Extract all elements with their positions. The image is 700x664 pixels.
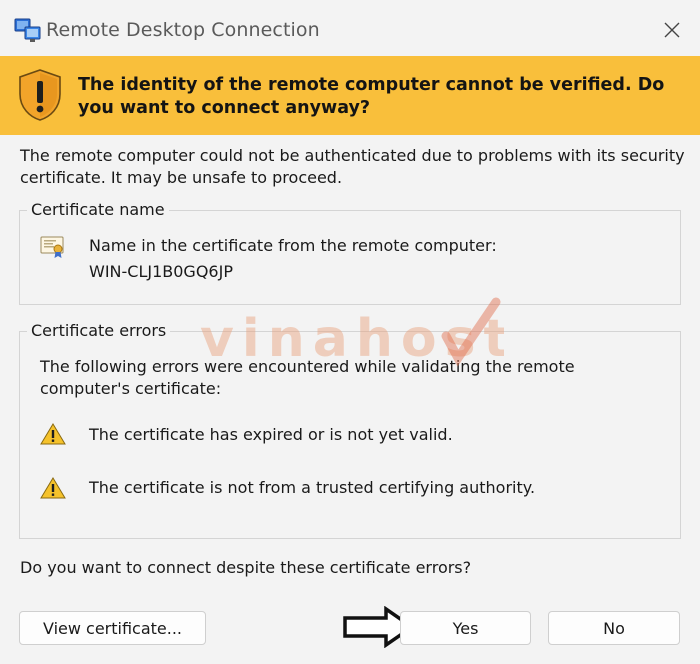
window-title: Remote Desktop Connection — [46, 19, 320, 41]
certificate-icon — [40, 236, 64, 258]
certificate-name-legend: Certificate name — [27, 199, 169, 221]
vinahost-watermark: vinahost — [200, 297, 504, 368]
view-certificate-button[interactable]: View certificate... — [19, 611, 206, 645]
intro-text: The remote computer could not be authent… — [20, 146, 685, 187]
warning-icon — [40, 423, 66, 445]
yes-button[interactable]: Yes — [400, 611, 531, 645]
certificate-error-item: The certificate has expired or is not ye… — [89, 425, 453, 444]
warning-message: The identity of the remote computer cann… — [78, 75, 665, 118]
certificate-errors-legend: Certificate errors — [27, 320, 171, 342]
remote-desktop-icon — [14, 18, 41, 42]
title-bar: Remote Desktop Connection — [0, 0, 700, 56]
shield-warning-icon — [19, 69, 61, 121]
certificate-error-item: The certificate is not from a trusted ce… — [89, 478, 536, 497]
warning-icon — [40, 477, 66, 499]
certificate-name-label: Name in the certificate from the remote … — [89, 236, 497, 255]
connect-question: Do you want to connect despite these cer… — [20, 558, 472, 577]
certificate-name-value: WIN-CLJ1B0GQ6JP — [89, 262, 233, 281]
close-icon — [664, 22, 680, 38]
certificate-name-group: Certificate name — [19, 199, 681, 305]
close-button[interactable] — [652, 12, 692, 48]
no-button[interactable]: No — [548, 611, 680, 645]
